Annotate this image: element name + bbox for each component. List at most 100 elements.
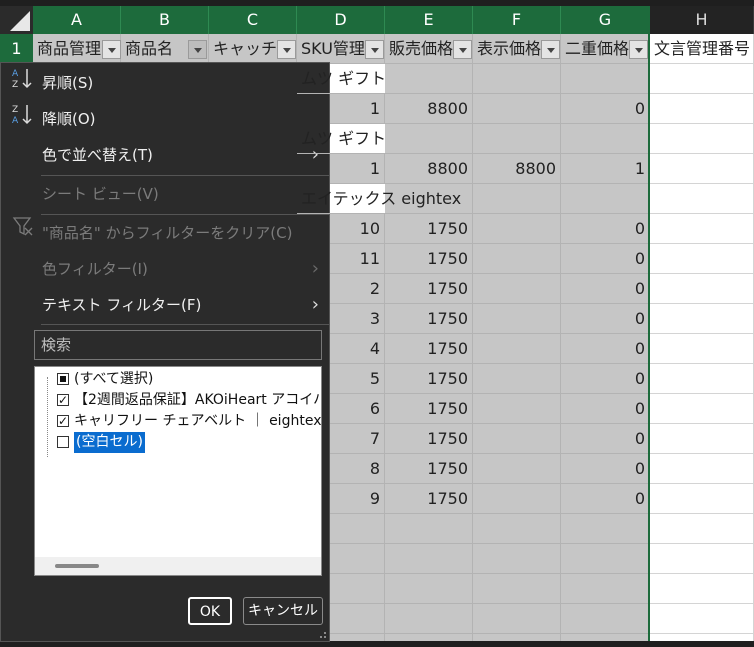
filter-search-input[interactable]: 検索: [34, 330, 322, 360]
grid-cell[interactable]: 0: [561, 244, 650, 274]
filter-dropdown-c[interactable]: [277, 40, 296, 59]
list-item[interactable]: キャリフリー チェアベルト ｜ eightex 国内: [35, 411, 321, 432]
grid-cell[interactable]: [385, 544, 473, 574]
grid-cell[interactable]: 0: [561, 484, 650, 514]
grid-cell[interactable]: [650, 424, 754, 454]
grid-cell[interactable]: 0: [561, 214, 650, 244]
grid-cell[interactable]: [561, 124, 650, 154]
checkbox[interactable]: [57, 436, 69, 448]
grid-cell[interactable]: [561, 574, 650, 604]
row-header-1[interactable]: 1: [0, 34, 33, 64]
grid-cell[interactable]: [650, 334, 754, 364]
filter-dropdown-g[interactable]: [629, 40, 648, 59]
sort-ascending-item[interactable]: AZ 昇順(S): [1, 65, 329, 101]
grid-cell[interactable]: [650, 454, 754, 484]
list-item[interactable]: 【2週間返品保証】AKOiHeart アコイハ: [35, 390, 321, 411]
sort-by-color-item[interactable]: 色で並べ替え(T) ›: [1, 137, 329, 173]
column-header-a[interactable]: A: [33, 6, 121, 34]
grid-cell[interactable]: [473, 334, 561, 364]
grid-cell[interactable]: [473, 304, 561, 334]
grid-cell[interactable]: [650, 274, 754, 304]
grid-cell[interactable]: 1750: [385, 424, 473, 454]
grid-cell[interactable]: [561, 544, 650, 574]
filter-dropdown-e[interactable]: [453, 40, 472, 59]
grid-cell[interactable]: [473, 574, 561, 604]
grid-cell[interactable]: 1: [561, 154, 650, 184]
grid-cell[interactable]: [650, 304, 754, 334]
grid-cell[interactable]: [650, 544, 754, 574]
grid-cell[interactable]: [650, 394, 754, 424]
grid-cell[interactable]: 1750: [385, 244, 473, 274]
grid-cell[interactable]: [561, 64, 650, 94]
column-header-b[interactable]: B: [121, 6, 209, 34]
filter-value-list[interactable]: (すべて選択) 【2週間返品保証】AKOiHeart アコイハ キャリフリー チ…: [34, 366, 322, 576]
grid-cell[interactable]: [650, 124, 754, 154]
grid-cell[interactable]: ムツ ギフト: [297, 64, 537, 94]
sort-descending-item[interactable]: ZA 降順(O): [1, 101, 329, 137]
grid-cell[interactable]: [650, 94, 754, 124]
grid-cell[interactable]: 0: [561, 304, 650, 334]
filter-dropdown-a[interactable]: [102, 40, 121, 59]
grid-cell[interactable]: 1750: [385, 364, 473, 394]
ok-button[interactable]: OK: [188, 597, 232, 625]
list-item-select-all[interactable]: (すべて選択): [35, 369, 321, 390]
grid-cell[interactable]: [473, 484, 561, 514]
grid-cell[interactable]: [473, 424, 561, 454]
grid-cell[interactable]: [650, 64, 754, 94]
grid-cell[interactable]: 1750: [385, 304, 473, 334]
column-header-f[interactable]: F: [473, 6, 561, 34]
grid-cell[interactable]: [650, 574, 754, 604]
filter-dropdown-f[interactable]: [541, 40, 560, 59]
grid-cell[interactable]: 0: [561, 334, 650, 364]
checkbox[interactable]: [57, 411, 69, 432]
grid-cell[interactable]: 8800: [473, 154, 561, 184]
grid-cell[interactable]: [473, 604, 561, 634]
grid-cell[interactable]: [561, 604, 650, 634]
grid-cell[interactable]: [650, 154, 754, 184]
grid-cell[interactable]: [650, 604, 754, 634]
grid-cell[interactable]: [385, 604, 473, 634]
cancel-button[interactable]: キャンセル: [243, 597, 323, 625]
grid-cell[interactable]: 0: [561, 274, 650, 304]
header-cell-h[interactable]: 文言管理番号: [650, 34, 754, 64]
grid-cell[interactable]: 0: [561, 94, 650, 124]
column-header-c[interactable]: C: [209, 6, 297, 34]
grid-cell[interactable]: [473, 364, 561, 394]
grid-cell[interactable]: [650, 364, 754, 394]
grid-cell[interactable]: [650, 514, 754, 544]
grid-cell[interactable]: [473, 214, 561, 244]
column-header-d[interactable]: D: [297, 6, 385, 34]
grid-cell[interactable]: [650, 244, 754, 274]
grid-cell[interactable]: [473, 394, 561, 424]
grid-cell[interactable]: 1750: [385, 334, 473, 364]
horizontal-scrollbar[interactable]: [35, 557, 321, 575]
grid-cell[interactable]: [385, 514, 473, 544]
grid-cell[interactable]: [473, 454, 561, 484]
checkbox[interactable]: [57, 390, 69, 411]
grid-cell[interactable]: 8800: [385, 94, 473, 124]
grid-cell[interactable]: 0: [561, 424, 650, 454]
text-filter-item[interactable]: テキスト フィルター(F) ›: [1, 287, 329, 323]
grid-cell[interactable]: [561, 514, 650, 544]
grid-cell[interactable]: [473, 544, 561, 574]
grid-cell[interactable]: [650, 184, 754, 214]
column-header-h[interactable]: H: [650, 6, 754, 34]
grid-cell[interactable]: ムツ ギフト: [297, 124, 537, 154]
list-item-blank[interactable]: (空白セル): [35, 431, 321, 454]
filter-dropdown-b[interactable]: [188, 40, 207, 59]
grid-cell[interactable]: [473, 274, 561, 304]
checkbox[interactable]: [57, 373, 69, 385]
grid-cell[interactable]: エイテックス eightex: [297, 184, 537, 214]
grid-cell[interactable]: [385, 574, 473, 604]
grid-cell[interactable]: [650, 484, 754, 514]
grid-cell[interactable]: 1750: [385, 394, 473, 424]
grid-cell[interactable]: 1750: [385, 484, 473, 514]
grid-cell[interactable]: [473, 514, 561, 544]
grid-cell[interactable]: 8800: [385, 154, 473, 184]
grid-cell[interactable]: 1750: [385, 274, 473, 304]
grid-cell[interactable]: 1750: [385, 454, 473, 484]
grid-cell[interactable]: 0: [561, 454, 650, 484]
grid-cell[interactable]: 1750: [385, 214, 473, 244]
column-header-e[interactable]: E: [385, 6, 473, 34]
grid-cell[interactable]: [561, 184, 650, 214]
